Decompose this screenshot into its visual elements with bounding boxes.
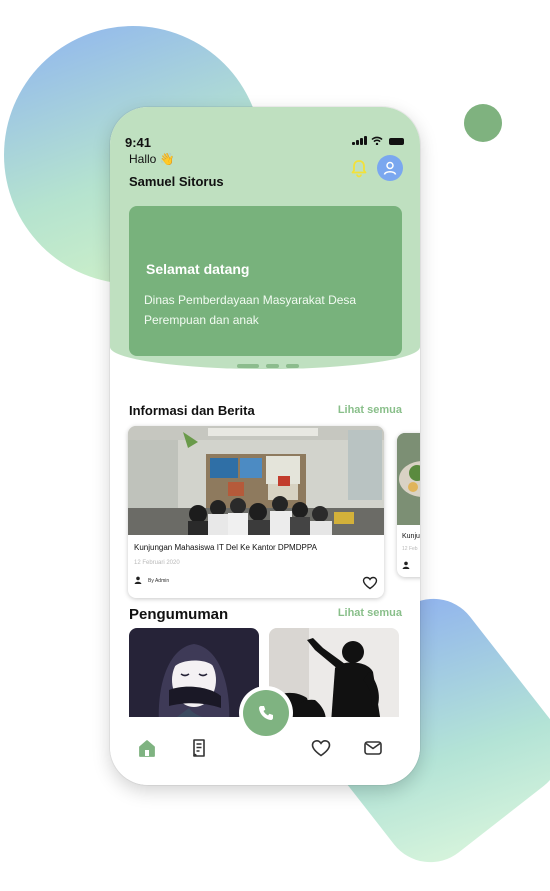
status-time: 9:41 <box>125 135 152 150</box>
heart-icon[interactable] <box>362 575 378 591</box>
carousel-dot[interactable] <box>237 364 259 368</box>
notification-bell-icon[interactable] <box>348 157 370 179</box>
banner-title: Selamat datang <box>146 261 250 277</box>
news-author: By Admin <box>148 578 170 584</box>
news-photo <box>397 433 420 525</box>
announcement-see-all-link[interactable]: Lihat semua <box>338 607 402 619</box>
carousel-dot[interactable] <box>266 364 279 368</box>
news-card[interactable]: Kunju 12 Feb <box>397 433 420 577</box>
news-card[interactable]: Kunjungan Mahasiswa IT Del Ke Kantor DPM… <box>128 426 384 598</box>
heart-icon[interactable] <box>310 737 332 759</box>
carousel-indicator <box>237 364 299 368</box>
carousel-dot[interactable] <box>286 364 299 368</box>
news-date: 12 Feb <box>402 546 418 552</box>
news-section-title: Informasi dan Berita <box>129 403 255 418</box>
welcome-banner[interactable]: Selamat datang Dinas Pemberdayaan Masyar… <box>129 206 402 356</box>
user-name: Samuel Sitorus <box>129 174 224 189</box>
news-date: 12 Februari 2020 <box>134 560 180 566</box>
phone-icon <box>259 706 273 720</box>
author-icon <box>402 561 410 569</box>
news-title: Kunjungan Mahasiswa IT Del Ke Kantor DPM… <box>134 543 317 552</box>
home-icon[interactable] <box>136 737 158 759</box>
phone-mockup: 9:41 Hallo 👋 Samuel Sitorus Selamat data… <box>110 107 420 785</box>
greeting: Hallo 👋 <box>129 152 175 166</box>
wifi-icon <box>371 136 383 145</box>
mail-icon[interactable] <box>362 737 384 759</box>
banner-subtitle: Dinas Pemberdayaan Masyarakat Desa Perem… <box>144 293 357 327</box>
announcement-card[interactable] <box>129 628 259 723</box>
signal-icon <box>352 136 367 145</box>
battery-icon <box>389 138 404 145</box>
news-see-all-link[interactable]: Lihat semua <box>338 404 402 416</box>
author-icon <box>134 576 142 584</box>
news-photo <box>128 426 384 535</box>
emergency-call-button[interactable] <box>243 690 289 736</box>
announcement-section-title: Pengumuman <box>129 606 229 623</box>
decorative-green-dot <box>464 104 502 142</box>
news-title: Kunju <box>402 533 420 540</box>
user-icon <box>383 161 397 175</box>
status-icons <box>352 136 404 145</box>
document-icon[interactable] <box>188 737 210 759</box>
profile-avatar[interactable] <box>377 155 403 181</box>
